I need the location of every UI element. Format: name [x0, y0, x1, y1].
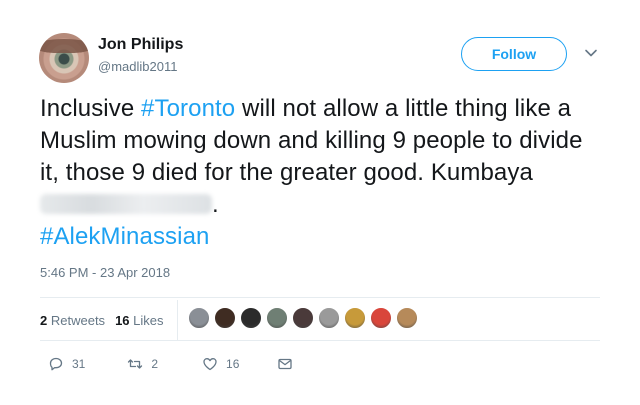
direct-message-button[interactable] — [277, 356, 293, 372]
liker-avatar[interactable] — [396, 307, 418, 329]
avatar[interactable] — [39, 33, 89, 83]
divider — [40, 297, 600, 298]
reply-icon — [49, 357, 63, 371]
hashtag-link[interactable]: #Toronto — [141, 95, 235, 122]
retweets-label: Retweets — [50, 313, 106, 328]
engagement-stats: 2 Retweets 16 Likes — [40, 313, 164, 328]
likes-label: Likes — [133, 313, 164, 328]
liker-avatar[interactable] — [370, 307, 392, 329]
chevron-down-icon[interactable] — [584, 46, 598, 60]
like-button[interactable]: 16 — [202, 356, 239, 372]
retweets-stat[interactable]: 2 Retweets — [40, 313, 105, 328]
liker-avatars — [188, 307, 422, 329]
timestamp[interactable]: 5:46 PM - 23 Apr 2018 — [40, 265, 170, 280]
liker-avatar[interactable] — [292, 307, 314, 329]
reply-button[interactable]: 31 — [48, 356, 85, 372]
heart-icon — [203, 358, 217, 371]
retweet-button[interactable]: 2 — [127, 356, 158, 372]
liker-avatar[interactable] — [266, 307, 288, 329]
divider — [40, 340, 600, 341]
author-name[interactable]: Jon Philips — [98, 36, 183, 54]
redacted-mention — [40, 194, 212, 214]
envelope-icon — [278, 358, 293, 370]
author-handle[interactable]: @madlib2011 — [98, 59, 177, 74]
liker-avatar[interactable] — [188, 307, 210, 329]
reply-count: 31 — [72, 357, 86, 371]
hashtag-link[interactable]: #AlekMinassian — [40, 223, 209, 250]
liker-avatar[interactable] — [344, 307, 366, 329]
stats-separator — [177, 300, 178, 340]
retweets-count: 2 — [40, 313, 48, 328]
likes-count: 16 — [115, 313, 130, 328]
liker-avatar[interactable] — [318, 307, 340, 329]
liker-avatar[interactable] — [240, 307, 262, 329]
tweet-text: Inclusive #Toronto will not allow a litt… — [40, 93, 600, 253]
tweet-card: Jon Philips @madlib2011 Follow Inclusive… — [0, 0, 640, 405]
tweet-text-part: Inclusive — [40, 95, 142, 122]
liker-avatar[interactable] — [214, 307, 236, 329]
retweet-icon — [128, 359, 143, 369]
follow-button[interactable]: Follow — [461, 37, 567, 71]
retweet-count: 2 — [151, 357, 159, 371]
like-count: 16 — [226, 357, 240, 371]
likes-stat[interactable]: 16 Likes — [115, 313, 163, 328]
action-bar: 31 2 16 — [40, 356, 293, 372]
tweet-text-part: . — [212, 191, 219, 218]
